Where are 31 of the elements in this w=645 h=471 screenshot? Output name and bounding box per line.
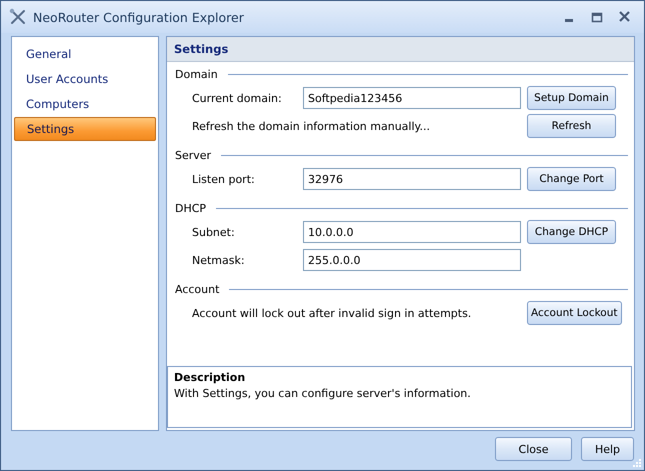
description-text: With Settings, you can configure server's information.: [174, 387, 472, 400]
action-button[interactable]: Refresh: [527, 114, 616, 138]
section-title: Account: [175, 282, 220, 296]
tools-icon: [9, 8, 27, 26]
input-field[interactable]: 255.0.0.0: [303, 249, 521, 271]
action-button[interactable]: Change DHCP: [527, 220, 616, 244]
info-text: Refresh the domain information manually...: [192, 120, 431, 132]
input-field[interactable]: Softpedia123456: [303, 87, 521, 109]
field-label: Subnet:: [192, 226, 236, 238]
dialog-button[interactable]: Close: [495, 437, 572, 461]
action-button[interactable]: Account Lockout: [527, 301, 622, 325]
action-button[interactable]: Change Port: [527, 167, 616, 191]
description-title: Description: [174, 371, 246, 384]
field-label: Netmask:: [192, 254, 246, 266]
info-text: Account will lock out after invalid sign in attempts.: [192, 306, 472, 320]
action-button[interactable]: Setup Domain: [527, 86, 616, 110]
field-label: Current domain:: [192, 92, 283, 104]
resize-grip-icon[interactable]: [632, 458, 642, 468]
section-title: Server: [175, 148, 212, 162]
window-title: NeoRouter Configuration Explorer: [33, 10, 245, 24]
input-field[interactable]: 10.0.0.0: [303, 221, 521, 243]
field-label: Listen port:: [192, 172, 256, 186]
sidebar-item[interactable]: Computers: [14, 92, 156, 116]
input-field[interactable]: 32976: [303, 168, 521, 190]
sidebar-item[interactable]: User Accounts: [14, 67, 156, 91]
section-title: DHCP: [175, 202, 206, 214]
sidebar-item[interactable]: Settings: [14, 117, 156, 141]
section-title: Domain: [175, 68, 218, 80]
dialog-button[interactable]: Help: [581, 437, 634, 461]
panel-title: Settings: [167, 37, 634, 62]
sidebar-item[interactable]: General: [14, 42, 156, 66]
